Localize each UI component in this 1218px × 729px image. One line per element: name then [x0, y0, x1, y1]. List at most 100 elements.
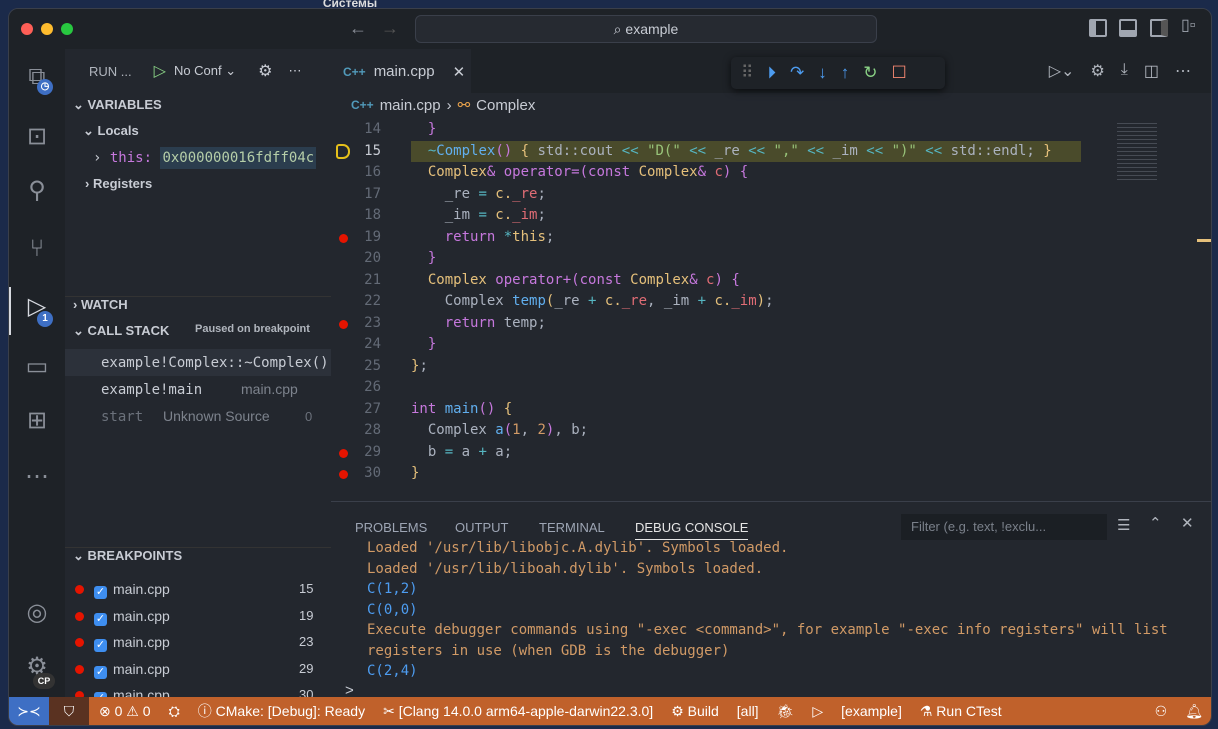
breakpoint-item[interactable]: ✓ main.cpp 15	[65, 576, 331, 602]
step-over-icon[interactable]: ↷	[790, 63, 804, 83]
panel-tab[interactable]: TERMINAL	[539, 520, 605, 535]
call-stack-frame[interactable]: example!Complex::~Complex()	[65, 349, 331, 376]
breakpoint-icon[interactable]	[339, 233, 348, 243]
kit-selector[interactable]: ✂ [Clang 14.0.0 arm64-apple-darwin22.3.0…	[383, 703, 653, 720]
breakpoint-checkbox[interactable]: ✓	[94, 639, 107, 652]
panel-tab[interactable]: PROBLEMS	[355, 520, 427, 535]
breakpoint-checkbox[interactable]: ✓	[94, 586, 107, 599]
launch-target[interactable]: [example]	[841, 703, 902, 719]
watch-section[interactable]: WATCH	[81, 297, 128, 312]
continue-icon[interactable]: ⏵	[767, 63, 776, 83]
breakpoint-line: 23	[299, 634, 314, 649]
remote-indicator-icon[interactable]: ≻≺	[9, 697, 49, 725]
breakpoint-icon[interactable]	[339, 319, 348, 329]
shield-icon[interactable]: ⛉	[49, 697, 89, 725]
split-editor-icon[interactable]: ◫	[1144, 61, 1159, 81]
minimap[interactable]	[1117, 123, 1157, 183]
account-icon[interactable]: ◎	[23, 599, 51, 627]
panel-tab[interactable]: OUTPUT	[455, 520, 508, 535]
variable-value[interactable]: 0x000000016fdff04c	[160, 147, 317, 169]
more-icon[interactable]: ⋯	[23, 463, 51, 491]
code-token: ")"	[891, 142, 926, 159]
run-icon[interactable]: ▷	[812, 703, 823, 720]
remote-explorer-icon[interactable]: ⊡	[23, 123, 51, 151]
command-center-search[interactable]: ⌕ example	[415, 15, 877, 43]
chevron-down-icon: ⌄	[83, 123, 98, 138]
breakpoint-icon[interactable]	[339, 448, 348, 458]
locals-scope[interactable]: Locals	[98, 123, 139, 138]
chevron-down-icon: ⌄	[73, 97, 88, 112]
restart-icon[interactable]: ↻	[863, 63, 877, 83]
breakpoint-item[interactable]: ✓ main.cpp 19	[65, 603, 331, 629]
back-arrow-icon[interactable]: ←	[349, 18, 367, 39]
close-tab-icon[interactable]: ✕	[453, 63, 466, 81]
source-control-icon[interactable]: ⑂	[23, 235, 51, 263]
clear-console-icon[interactable]: ☰	[1117, 516, 1130, 534]
code-token: const	[579, 271, 631, 288]
stop-icon[interactable]: ☐	[891, 63, 906, 83]
run-debug-dropdown-icon[interactable]: ▷⌄	[1049, 61, 1075, 81]
close-panel-icon[interactable]: ✕	[1181, 514, 1194, 532]
notifications-bell-icon[interactable]: 🔔︎	[1185, 703, 1203, 720]
code-line: 19 return *this;	[331, 227, 1211, 249]
live-share-icon[interactable]: ⚇	[1155, 703, 1168, 720]
step-into-icon[interactable]: ↓	[818, 63, 827, 83]
breakpoint-file: main.cpp	[113, 607, 170, 624]
build-button[interactable]: ⚙ Build	[671, 703, 719, 720]
code-token: int	[411, 400, 445, 417]
variables-section[interactable]: VARIABLES	[88, 97, 162, 112]
more-actions-icon[interactable]: ⋯	[289, 63, 302, 79]
breakpoint-checkbox[interactable]: ✓	[94, 612, 107, 626]
line-text: };	[411, 356, 1081, 378]
code-token: temp;	[503, 314, 546, 331]
breakpoint-line: 19	[299, 607, 314, 623]
toggle-panel-icon[interactable]	[1119, 19, 1137, 37]
call-stack-section[interactable]: CALL STACK	[88, 323, 170, 338]
breadcrumb-file[interactable]: main.cpp	[380, 97, 441, 114]
breadcrumb-symbol[interactable]: Complex	[476, 97, 535, 114]
debug-bug-icon[interactable]: 🐞︎	[777, 703, 795, 720]
code-line: 23 return temp;	[331, 313, 1211, 335]
gear-icon[interactable]: ⚙	[258, 61, 272, 81]
debug-attach-icon[interactable]: ⛭	[169, 703, 180, 720]
call-stack-frame[interactable]: start Unknown Source 0	[65, 403, 331, 430]
call-stack-frame[interactable]: example!main main.cpp	[65, 376, 331, 403]
breakpoints-section[interactable]: BREAKPOINTS	[88, 548, 183, 563]
cmake-status[interactable]: ⓘ CMake: [Debug]: Ready	[198, 701, 365, 721]
start-debug-icon[interactable]: ▷	[154, 61, 166, 81]
close-window-button[interactable]	[21, 23, 33, 35]
breakpoint-item[interactable]: ✓ main.cpp 29	[65, 656, 331, 682]
search-icon[interactable]: ⚲	[23, 177, 51, 205]
more-actions-icon[interactable]: ⋯	[1175, 61, 1191, 81]
console-filter-input[interactable]: Filter (e.g. text, !exclu...	[901, 514, 1107, 540]
breakpoint-icon[interactable]	[339, 470, 348, 479]
tab-main-cpp[interactable]: C++ main.cpp ✕	[331, 49, 471, 93]
drag-handle-icon[interactable]: ⠿	[741, 63, 753, 83]
forward-arrow-icon[interactable]: →	[381, 18, 399, 39]
config-select[interactable]: No Conf ⌄	[174, 63, 236, 79]
toggle-sidebar-icon[interactable]	[1089, 19, 1107, 37]
customize-layout-icon[interactable]: ▯▫	[1181, 18, 1199, 37]
remote-monitor-icon[interactable]: ▭	[23, 353, 51, 381]
step-out-icon[interactable]: ↑	[841, 63, 850, 83]
code-editor[interactable]: 14 } 15 ~Complex() { std::cout << "D(" <<…	[331, 119, 1211, 493]
maximize-window-button[interactable]	[61, 23, 73, 35]
build-target[interactable]: [all]	[737, 703, 759, 719]
maximize-panel-icon[interactable]: ⌃	[1149, 514, 1162, 532]
line-text: return *this;	[411, 227, 1081, 249]
toggle-secondary-sidebar-icon[interactable]	[1150, 19, 1168, 37]
minimize-window-button[interactable]	[41, 23, 53, 35]
frame-name: example!main	[101, 382, 203, 398]
panel-tab[interactable]: DEBUG CONSOLE	[635, 520, 749, 540]
problems-indicator[interactable]: ⊗ 0 ⚠ 0	[99, 703, 151, 720]
download-icon[interactable]: ⤓	[1121, 61, 1128, 81]
frame-name: example!Complex::~Complex()	[101, 355, 329, 371]
breakpoint-item[interactable]: ✓ main.cpp 23	[65, 629, 331, 655]
run-ctest-button[interactable]: ⚗ Run CTest	[920, 703, 1002, 720]
code-token: main	[444, 400, 479, 417]
registers-scope[interactable]: Registers	[93, 176, 152, 191]
extensions-icon[interactable]: ⊞	[23, 407, 51, 435]
gear-icon[interactable]: ⚙	[1090, 61, 1104, 81]
breakpoint-checkbox[interactable]: ✓	[94, 665, 107, 679]
